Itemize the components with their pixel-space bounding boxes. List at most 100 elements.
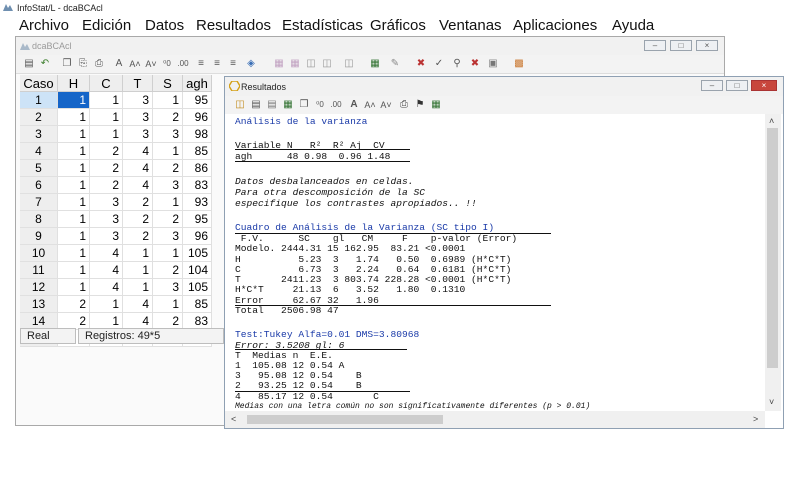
cell-h[interactable]: 1 <box>57 227 90 245</box>
menu-aplicaciones[interactable]: Aplicaciones <box>513 17 597 34</box>
select-icon[interactable]: ✓ <box>432 57 446 71</box>
undo-icon[interactable]: ↶ <box>38 57 52 71</box>
cell-t[interactable]: 4 <box>122 176 153 194</box>
insert-row-icon[interactable]: ▦ <box>272 57 286 71</box>
row-header[interactable]: 1 <box>20 91 58 109</box>
cell-t[interactable]: 4 <box>122 295 153 313</box>
table-row[interactable]: 7 1 3 2 1 93 <box>20 193 212 211</box>
cell-t[interactable]: 4 <box>122 159 153 177</box>
cell-h[interactable]: 1 <box>57 278 90 296</box>
cell-agh[interactable]: 95 <box>182 91 212 109</box>
font-shrink-icon[interactable]: A˅ <box>379 98 393 112</box>
cell-h[interactable]: 2 <box>57 295 90 313</box>
table-row[interactable]: 2 1 1 3 2 96 <box>20 108 212 126</box>
copy-icon[interactable]: ❐ <box>297 98 311 112</box>
cell-s[interactable]: 2 <box>152 108 183 126</box>
decimals-remove-icon[interactable]: .00 <box>176 57 190 71</box>
column-header-h[interactable]: H <box>57 75 90 92</box>
edit-icon[interactable]: ✎ <box>388 57 402 71</box>
decimals-remove-icon[interactable]: .00 <box>329 98 343 112</box>
print-icon[interactable]: ⎙ <box>92 57 106 71</box>
cell-s[interactable]: 1 <box>152 91 183 109</box>
cell-s[interactable]: 3 <box>152 278 183 296</box>
row-header[interactable]: 14 <box>20 312 58 330</box>
font-shrink-icon[interactable]: A˅ <box>144 57 158 71</box>
table-row[interactable]: 12 1 4 1 3 105 <box>20 278 212 296</box>
align-right-icon[interactable]: ≡ <box>226 57 240 71</box>
table-row[interactable]: 4 1 2 4 1 85 <box>20 142 212 160</box>
row-header[interactable]: 9 <box>20 227 58 245</box>
cell-s[interactable]: 1 <box>152 142 183 160</box>
align-left-icon[interactable]: ≡ <box>194 57 208 71</box>
row-header[interactable]: 7 <box>20 193 58 211</box>
menu-graficos[interactable]: Gráficos <box>370 17 426 34</box>
clear-filter-icon[interactable]: ✖ <box>468 57 482 71</box>
row-header[interactable]: 4 <box>20 142 58 160</box>
cell-h[interactable]: 1 <box>57 125 90 143</box>
scroll-left-icon[interactable]: ˂ <box>231 414 236 424</box>
vertical-scrollbar[interactable]: ˄ ˅ <box>765 114 781 411</box>
cell-h[interactable]: 1 <box>57 108 90 126</box>
cell-c[interactable]: 2 <box>89 142 123 160</box>
delete-row-icon[interactable]: ▦ <box>288 57 302 71</box>
cell-h[interactable]: 1 <box>57 159 90 177</box>
results-content[interactable]: Análisis de la varianza Variable N R² R² … <box>235 116 765 411</box>
cell-t[interactable]: 1 <box>122 278 153 296</box>
cell-c[interactable]: 2 <box>89 176 123 194</box>
cell-h[interactable]: 1 <box>57 142 90 160</box>
cell-t[interactable]: 1 <box>122 244 153 262</box>
cell-agh[interactable]: 104 <box>182 261 212 279</box>
minimize-button[interactable]: – <box>701 80 723 91</box>
table-row[interactable]: 13 2 1 4 1 85 <box>20 295 212 313</box>
font-grow-icon[interactable]: A˄ <box>128 57 142 71</box>
table-row[interactable]: 1 1 1 3 1 95 <box>20 91 212 109</box>
new-page-icon[interactable]: ▤ <box>265 98 279 112</box>
cell-agh[interactable]: 85 <box>182 295 212 313</box>
cell-h[interactable]: 1 <box>57 91 90 109</box>
font-icon[interactable]: A <box>112 57 126 71</box>
search-icon[interactable]: ⚲ <box>450 57 464 71</box>
cell-h[interactable]: 1 <box>57 261 90 279</box>
row-header[interactable]: 10 <box>20 244 58 262</box>
cell-agh[interactable]: 95 <box>182 210 212 228</box>
cell-c[interactable]: 1 <box>89 312 123 330</box>
cell-c[interactable]: 4 <box>89 261 123 279</box>
cell-s[interactable]: 1 <box>152 244 183 262</box>
menu-archivo[interactable]: Archivo <box>19 17 69 34</box>
insert-column-icon[interactable]: ◫ <box>304 57 318 71</box>
open-folder-icon[interactable]: ◫ <box>233 98 247 112</box>
column-header-c[interactable]: C <box>89 75 123 92</box>
table-row[interactable]: 8 1 3 2 2 95 <box>20 210 212 228</box>
menu-ventanas[interactable]: Ventanas <box>439 17 502 34</box>
cell-h[interactable]: 1 <box>57 193 90 211</box>
horizontal-scroll-thumb[interactable] <box>247 415 443 424</box>
maximize-button[interactable]: □ <box>670 40 692 51</box>
cell-t[interactable]: 2 <box>122 193 153 211</box>
font-icon[interactable]: A <box>347 98 361 112</box>
minimize-button[interactable]: – <box>644 40 666 51</box>
palette-icon[interactable]: ▩ <box>512 57 526 71</box>
cell-t[interactable]: 4 <box>122 142 153 160</box>
table-row[interactable]: 3 1 1 3 3 98 <box>20 125 212 143</box>
cell-t[interactable]: 1 <box>122 261 153 279</box>
table-row[interactable]: 9 1 3 2 3 96 <box>20 227 212 245</box>
maximize-button[interactable]: □ <box>726 80 748 91</box>
cell-agh[interactable]: 86 <box>182 159 212 177</box>
close-button[interactable]: × <box>696 40 718 51</box>
cell-agh[interactable]: 96 <box>182 227 212 245</box>
save-icon[interactable]: ▤ <box>249 98 263 112</box>
horizontal-scrollbar[interactable]: ˂ ˃ <box>225 411 765 428</box>
cell-c[interactable]: 1 <box>89 91 123 109</box>
filter-icon[interactable]: ✖ <box>414 57 428 71</box>
cell-agh[interactable]: 98 <box>182 125 212 143</box>
cell-agh[interactable]: 83 <box>182 176 212 194</box>
scroll-down-icon[interactable]: ˅ <box>769 397 774 407</box>
cell-s[interactable]: 2 <box>152 261 183 279</box>
font-grow-icon[interactable]: A˄ <box>363 98 377 112</box>
cell-s[interactable]: 1 <box>152 193 183 211</box>
align-center-icon[interactable]: ≡ <box>210 57 224 71</box>
table-icon[interactable]: ▦ <box>368 57 382 71</box>
row-header[interactable]: 3 <box>20 125 58 143</box>
column-header-t[interactable]: T <box>122 75 153 92</box>
cell-h[interactable]: 1 <box>57 176 90 194</box>
